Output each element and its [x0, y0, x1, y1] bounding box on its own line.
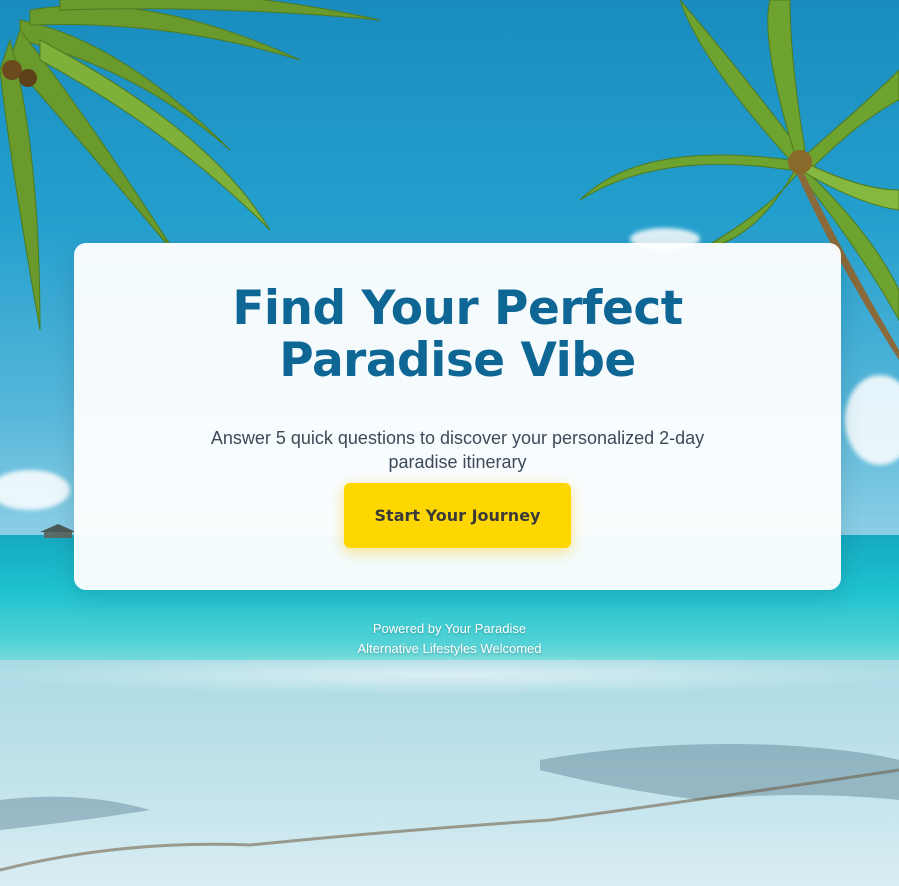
- page-title: Find Your Perfect Paradise Vibe: [232, 281, 683, 388]
- coconut: [19, 69, 37, 87]
- distant-hut: [40, 524, 76, 538]
- footer-powered-by: Powered by Your Paradise: [372, 621, 527, 636]
- coconut: [2, 60, 22, 80]
- page-subtitle: Answer 5 quick questions to discover you…: [210, 428, 705, 472]
- hero-card: Find Your Perfect Paradise Vibe Answer 5…: [74, 243, 841, 590]
- footer: Powered by Your Paradise Alternative Lif…: [0, 619, 899, 659]
- start-journey-button[interactable]: Start Your Journey: [344, 483, 571, 548]
- footer-tagline: Alternative Lifestyles Welcomed: [357, 641, 542, 656]
- palm-shadow: [0, 744, 899, 830]
- coconut-cluster: [788, 150, 812, 174]
